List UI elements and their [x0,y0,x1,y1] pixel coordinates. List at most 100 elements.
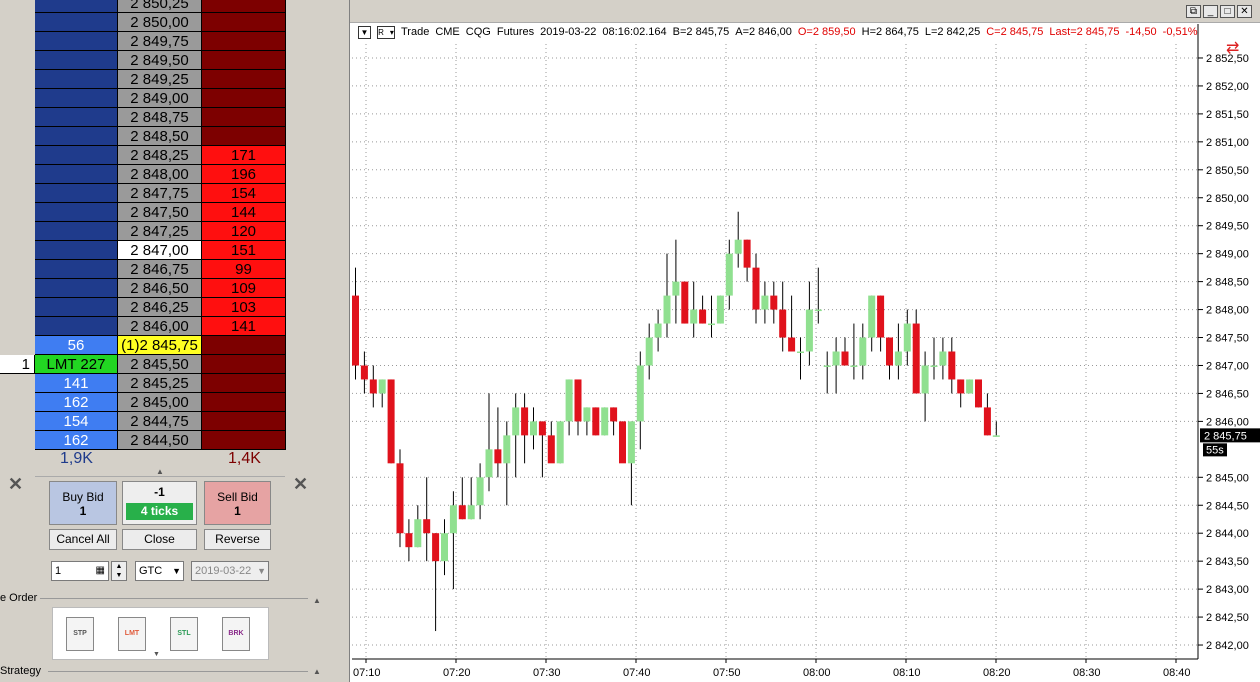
bid-cell[interactable]: LMT 227 [35,355,118,374]
ladder-row[interactable]: 162 2 844,50 [0,431,290,450]
stop-order-icon[interactable]: STP [66,617,94,651]
close-left-icon[interactable]: ✕ [8,474,23,495]
quantity-input[interactable]: 1 ▦ [51,561,109,581]
r-button[interactable]: R ▾ [377,26,395,39]
ask-cell[interactable] [202,13,286,32]
ladder-row[interactable]: 162 2 845,00 [0,393,290,412]
sell-bid-button[interactable]: Sell Bid 1 [204,481,271,525]
tif-select[interactable]: GTC ▼ [135,561,184,581]
trade-arrows-icon[interactable]: ⇄ [1226,38,1239,58]
price-cell[interactable]: 2 848,75 [118,108,202,127]
ask-cell[interactable] [202,32,286,51]
ladder-row[interactable]: 2 848,00 196 [0,165,290,184]
bid-cell[interactable]: 56 [35,336,118,355]
price-cell[interactable]: (1)2 845,75 [118,336,202,355]
ask-cell[interactable] [202,431,286,450]
ask-cell[interactable] [202,412,286,431]
ask-cell[interactable]: 171 [202,146,286,165]
price-cell[interactable]: 2 849,25 [118,70,202,89]
ladder-row[interactable]: 2 848,75 [0,108,290,127]
ladder-row[interactable]: 2 846,75 99 [0,260,290,279]
bid-cell[interactable] [35,184,118,203]
bid-cell[interactable] [35,222,118,241]
ladder-row[interactable]: 2 849,75 [0,32,290,51]
ladder-row[interactable]: 2 849,50 [0,51,290,70]
bid-cell[interactable] [35,127,118,146]
ladder-row[interactable]: 2 848,50 [0,127,290,146]
bid-cell[interactable] [35,317,118,336]
ladder-row[interactable]: 2 847,25 120 [0,222,290,241]
bid-cell[interactable]: 154 [35,412,118,431]
strategy-collapse-icon[interactable]: ▲ [313,667,321,676]
bid-cell[interactable] [35,32,118,51]
ask-cell[interactable] [202,355,286,374]
price-cell[interactable]: 2 850,25 [118,0,202,13]
ladder-row[interactable]: 2 847,75 154 [0,184,290,203]
price-cell[interactable]: 2 846,75 [118,260,202,279]
ask-cell[interactable]: 103 [202,298,286,317]
ask-cell[interactable] [202,51,286,70]
ladder-row[interactable]: 2 850,00 [0,13,290,32]
ask-cell[interactable]: 151 [202,241,286,260]
price-cell[interactable]: 2 848,50 [118,127,202,146]
bid-cell[interactable] [35,203,118,222]
ladder-row[interactable]: 154 2 844,75 [0,412,290,431]
price-cell[interactable]: 2 847,50 [118,203,202,222]
bid-cell[interactable] [35,260,118,279]
close-position-button[interactable]: Close [122,529,197,550]
candlestick-chart[interactable]: 2 852,502 852,002 851,502 851,002 850,50… [350,0,1260,682]
collapse-up-icon[interactable]: ▲ [156,467,164,476]
price-cell[interactable]: 2 844,50 [118,431,202,450]
stop-limit-order-icon[interactable]: STL [170,617,198,651]
ladder-row[interactable]: 2 846,50 109 [0,279,290,298]
ask-cell[interactable]: 196 [202,165,286,184]
price-cell[interactable]: 2 847,00 [118,241,202,260]
order-qty-cell[interactable]: 1 [0,355,35,374]
price-cell[interactable]: 2 845,00 [118,393,202,412]
expiry-date-field[interactable]: 2019-03-22 ▼ [191,561,269,581]
price-cell[interactable]: 2 845,50 [118,355,202,374]
ask-cell[interactable] [202,89,286,108]
quantity-stepper[interactable]: ▲ ▼ [111,561,127,581]
tools-expand-icon[interactable]: ▼ [153,651,160,658]
ladder-row[interactable]: 2 847,00 151 [0,241,290,260]
price-cell[interactable]: 2 846,50 [118,279,202,298]
price-cell[interactable]: 2 848,25 [118,146,202,165]
bid-cell[interactable] [35,51,118,70]
bracket-order-icon[interactable]: BRK [222,617,250,651]
price-cell[interactable]: 2 846,00 [118,317,202,336]
price-cell[interactable]: 2 849,00 [118,89,202,108]
bid-cell[interactable] [35,241,118,260]
ask-cell[interactable]: 141 [202,317,286,336]
ask-cell[interactable] [202,70,286,89]
close-right-icon[interactable]: ✕ [293,474,308,495]
limit-order-icon[interactable]: LMT [118,617,146,651]
bid-cell[interactable] [35,0,118,13]
date-chevron-icon[interactable]: ▼ [257,562,266,580]
buy-bid-button[interactable]: Buy Bid 1 [49,481,117,525]
price-cell[interactable]: 2 847,75 [118,184,202,203]
bid-cell[interactable] [35,70,118,89]
order-section-collapse-icon[interactable]: ▲ [313,596,321,605]
ladder-row[interactable]: 2 849,25 [0,70,290,89]
ask-cell[interactable] [202,0,286,13]
price-cell[interactable]: 2 850,00 [118,13,202,32]
price-cell[interactable]: 2 845,25 [118,374,202,393]
ask-cell[interactable]: 120 [202,222,286,241]
bid-cell[interactable]: 162 [35,431,118,450]
bid-cell[interactable]: 162 [35,393,118,412]
bid-cell[interactable] [35,279,118,298]
ask-cell[interactable]: 154 [202,184,286,203]
price-cell[interactable]: 2 849,75 [118,32,202,51]
bid-cell[interactable] [35,13,118,32]
bid-cell[interactable]: 141 [35,374,118,393]
ask-cell[interactable] [202,108,286,127]
ladder-row[interactable]: 2 850,25 [0,0,290,13]
chevron-down-icon[interactable]: ▼ [172,562,181,580]
ask-cell[interactable]: 99 [202,260,286,279]
ask-cell[interactable] [202,374,286,393]
ladder-row[interactable]: 2 849,00 [0,89,290,108]
ladder-row[interactable]: 2 846,25 103 [0,298,290,317]
calculator-icon[interactable]: ▦ [96,562,105,580]
menu-dropdown-icon[interactable]: ▼ [358,26,371,39]
